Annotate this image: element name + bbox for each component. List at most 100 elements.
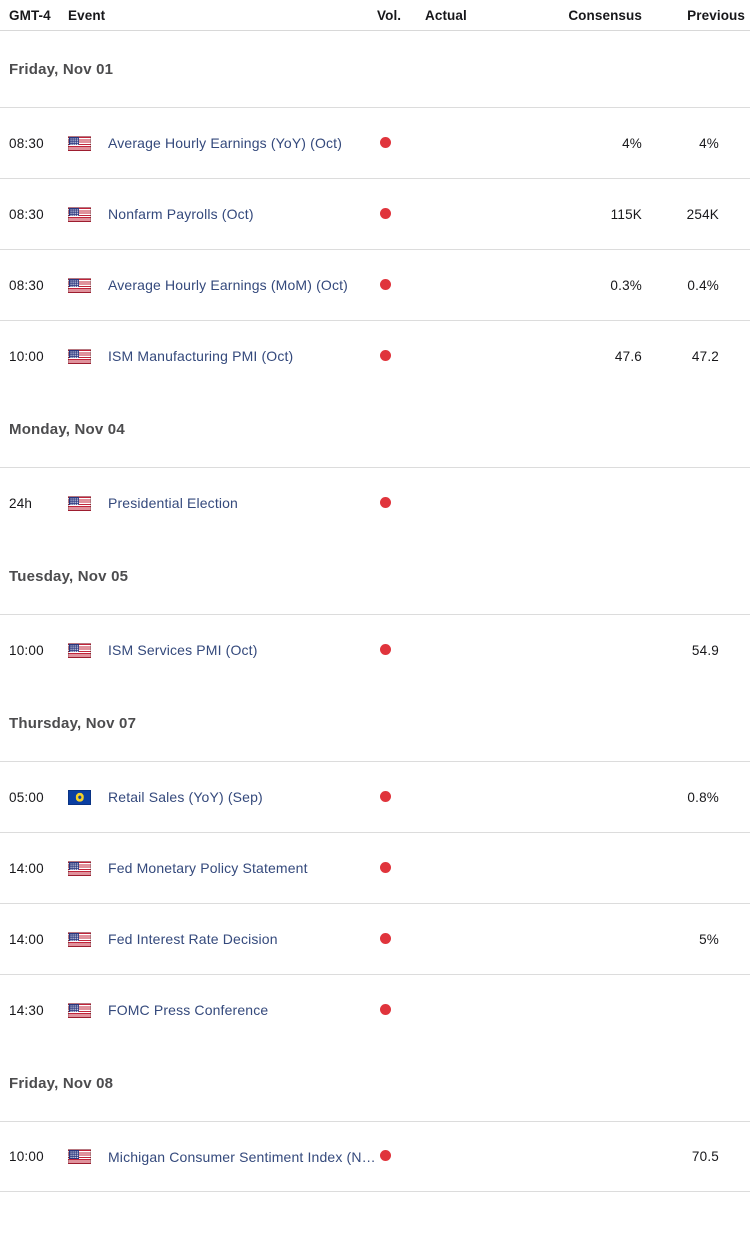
flag-us-icon — [68, 860, 91, 876]
column-header-actual: Actual — [425, 7, 467, 23]
date-heading: Thursday, Nov 07 — [9, 714, 137, 732]
volatility-dot-icon — [380, 496, 391, 508]
event-time-cell: 14:30 — [0, 1003, 68, 1018]
event-volatility-cell — [377, 496, 425, 511]
event-name-link[interactable]: Fed Monetary Policy Statement — [108, 860, 377, 876]
event-consensus-value: 47.6 — [614, 348, 642, 364]
event-previous-cell: 5% — [642, 932, 750, 947]
event-time-cell: 10:00 — [0, 643, 68, 658]
event-consensus-value: 0.3% — [610, 277, 642, 293]
event-name-cell: FOMC Press Conference — [108, 1002, 377, 1018]
calendar-event-row[interactable]: 05:00 Retail Sales (YoY) (Sep) 0.8% — [0, 761, 750, 832]
event-name-link[interactable]: Average Hourly Earnings (MoM) (Oct) — [108, 277, 377, 293]
calendar-event-row[interactable]: 14:30 FOMC Press Conference — [0, 974, 750, 1045]
date-heading: Monday, Nov 04 — [9, 420, 125, 438]
event-time-cell: 14:00 — [0, 861, 68, 876]
column-header-event: Event — [68, 7, 106, 23]
event-volatility-cell — [377, 790, 425, 805]
event-time: 08:30 — [9, 206, 44, 222]
event-previous-cell: 54.9 — [642, 643, 750, 658]
calendar-column-headers: GMT-4 Event Vol. Actual Consensus Previo… — [0, 0, 750, 31]
event-name-link[interactable]: Presidential Election — [108, 495, 377, 511]
event-previous-value: 4% — [699, 135, 719, 151]
event-time-cell: 05:00 — [0, 790, 68, 805]
volatility-dot-icon — [380, 790, 391, 802]
flag-us-icon — [68, 1149, 91, 1165]
event-volatility-cell — [377, 1003, 425, 1018]
calendar-event-row[interactable]: 10:00 ISM Manufacturing PMI (Oct) 47.6 47.2 — [0, 320, 750, 391]
calendar-event-row[interactable]: 10:00 ISM Services PMI (Oct) 54.9 — [0, 614, 750, 685]
volatility-dot-icon — [380, 349, 391, 361]
event-name-link[interactable]: Michigan Consumer Sentiment Index (Nov)… — [108, 1149, 377, 1165]
event-name-link[interactable]: Average Hourly Earnings (YoY) (Oct) — [108, 135, 377, 151]
event-country-cell — [68, 495, 108, 511]
event-name-link[interactable]: Nonfarm Payrolls (Oct) — [108, 206, 377, 222]
event-name-cell: Retail Sales (YoY) (Sep) — [108, 789, 377, 805]
event-name-link[interactable]: ISM Services PMI (Oct) — [108, 642, 377, 658]
event-name-link[interactable]: ISM Manufacturing PMI (Oct) — [108, 348, 377, 364]
event-previous-cell: 70.5 — [642, 1149, 750, 1164]
event-time-cell: 14:00 — [0, 932, 68, 947]
event-volatility-cell — [377, 861, 425, 876]
event-name-cell: Nonfarm Payrolls (Oct) — [108, 206, 377, 222]
event-name-link[interactable]: Retail Sales (YoY) (Sep) — [108, 789, 377, 805]
calendar-event-row[interactable]: 08:30 Average Hourly Earnings (MoM) (Oct)… — [0, 249, 750, 320]
event-previous-cell: 0.4% — [642, 278, 750, 293]
event-previous-value: 47.2 — [691, 348, 719, 364]
column-header-previous: Previous — [687, 7, 745, 23]
event-time-cell: 08:30 — [0, 207, 68, 222]
event-time: 14:00 — [9, 860, 44, 876]
event-time-cell: 08:30 — [0, 278, 68, 293]
event-time-cell: 24h — [0, 496, 68, 511]
event-time: 10:00 — [9, 642, 44, 658]
event-country-cell — [68, 277, 108, 293]
event-previous-value: 70.5 — [691, 1149, 719, 1164]
calendar-event-row[interactable]: 08:30 Average Hourly Earnings (YoY) (Oct)… — [0, 107, 750, 178]
calendar-event-row[interactable]: 08:30 Nonfarm Payrolls (Oct) 115K 254K — [0, 178, 750, 249]
event-previous-value: 254K — [686, 206, 719, 222]
event-consensus-value: 115K — [610, 206, 642, 222]
event-time: 24h — [9, 495, 33, 511]
event-country-cell — [68, 860, 108, 876]
event-previous-value: 5% — [699, 931, 719, 947]
event-consensus-cell: 47.6 — [530, 349, 642, 364]
event-previous-cell: 0.8% — [642, 790, 750, 805]
event-volatility-cell — [377, 207, 425, 222]
event-name-cell: ISM Services PMI (Oct) — [108, 642, 377, 658]
event-volatility-cell — [377, 349, 425, 364]
event-country-cell — [68, 789, 108, 805]
date-heading: Friday, Nov 01 — [9, 60, 114, 78]
event-country-cell — [68, 206, 108, 222]
event-consensus-cell: 115K — [530, 207, 642, 222]
event-name-cell: Average Hourly Earnings (MoM) (Oct) — [108, 277, 377, 293]
calendar-event-row[interactable]: 10:00 Michigan Consumer Sentiment Index (… — [0, 1121, 750, 1192]
calendar-event-row[interactable]: 14:00 Fed Interest Rate Decision 5% — [0, 903, 750, 974]
event-time: 14:30 — [9, 1002, 44, 1018]
event-country-cell — [68, 1002, 108, 1018]
event-country-cell — [68, 642, 108, 658]
column-header-volatility: Vol. — [377, 7, 402, 23]
economic-calendar: GMT-4 Event Vol. Actual Consensus Previo… — [0, 0, 750, 1192]
calendar-event-row[interactable]: 24h Presidential Election — [0, 467, 750, 538]
calendar-event-row[interactable]: 14:00 Fed Monetary Policy Statement — [0, 832, 750, 903]
event-volatility-cell — [377, 136, 425, 151]
event-country-cell — [68, 348, 108, 364]
event-time: 05:00 — [9, 789, 44, 805]
column-header-consensus: Consensus — [568, 7, 642, 23]
volatility-dot-icon — [380, 207, 391, 219]
event-time-cell: 10:00 — [0, 349, 68, 364]
event-time: 10:00 — [9, 348, 44, 364]
event-name-cell: ISM Manufacturing PMI (Oct) — [108, 348, 377, 364]
event-name-link[interactable]: FOMC Press Conference — [108, 1002, 377, 1018]
volatility-dot-icon — [380, 861, 391, 873]
date-heading: Tuesday, Nov 05 — [9, 567, 129, 585]
event-previous-cell: 254K — [642, 207, 750, 222]
event-name-link[interactable]: Fed Interest Rate Decision — [108, 931, 377, 947]
event-volatility-cell — [377, 1149, 425, 1164]
date-heading: Friday, Nov 08 — [9, 1074, 114, 1092]
event-consensus-value: 4% — [622, 135, 642, 151]
event-volatility-cell — [377, 932, 425, 947]
event-country-cell — [68, 135, 108, 151]
event-volatility-cell — [377, 278, 425, 293]
flag-us-icon — [68, 277, 91, 293]
